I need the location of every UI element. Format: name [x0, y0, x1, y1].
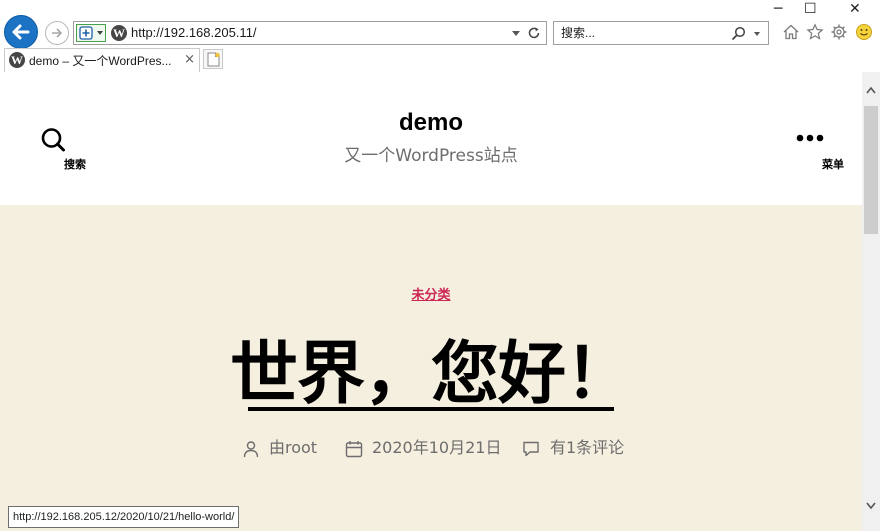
post-hero: 未分类 世界，您好！ 由root 2020年10月21日 有1条评论	[0, 205, 862, 531]
scroll-up-arrow-icon[interactable]	[866, 86, 876, 94]
site-header: 搜索 demo 又一个WordPress站点 菜单	[0, 72, 862, 205]
new-tab-button[interactable]	[203, 49, 223, 69]
forward-button[interactable]	[45, 21, 69, 45]
home-icon[interactable]	[782, 23, 800, 41]
tab-close-button[interactable]: ×	[184, 52, 195, 68]
url-text[interactable]: http://192.168.205.11/	[131, 25, 257, 41]
close-window-button[interactable]: ✕	[849, 2, 861, 16]
gear-icon[interactable]	[830, 23, 848, 41]
vertical-scrollbar[interactable]	[862, 72, 880, 531]
scrollbar-thumb[interactable]	[864, 106, 878, 234]
title-link-underline	[248, 407, 614, 411]
post-comments[interactable]: 有1条评论	[550, 438, 624, 458]
smiley-icon[interactable]	[855, 23, 873, 41]
calendar-icon	[345, 441, 363, 458]
back-button[interactable]	[4, 15, 38, 49]
page-viewport: 搜索 demo 又一个WordPress站点 菜单 未分类 世界，您好！ 由ro…	[0, 72, 862, 531]
new-tab-icon	[207, 52, 220, 67]
star-icon[interactable]	[806, 23, 824, 41]
chevron-down-icon	[97, 31, 103, 35]
minimize-button[interactable]: ─	[774, 2, 782, 16]
category-link[interactable]: 未分类	[0, 287, 862, 305]
site-title[interactable]: demo	[0, 109, 862, 137]
browser-search-box[interactable]: 搜索...	[553, 21, 769, 45]
wordpress-icon: W	[111, 25, 127, 41]
back-arrow-icon	[12, 24, 30, 40]
post-author[interactable]: 由root	[269, 438, 317, 458]
menu-toggle-label[interactable]: 菜单	[822, 156, 844, 172]
post-date[interactable]: 2020年10月21日	[372, 438, 501, 458]
search-input[interactable]: 搜索...	[561, 25, 595, 41]
browser-chrome: ─ ☐ ✕ W http://192.168.205.11/ 搜索... W d…	[0, 0, 880, 72]
security-shield-icon	[79, 26, 93, 40]
post-title[interactable]: 世界，您好！	[0, 335, 862, 415]
tab-demo[interactable]: W demo – 又一个WordPres... ×	[4, 48, 200, 72]
menu-dots-icon[interactable]	[796, 134, 824, 142]
comment-icon	[523, 441, 539, 457]
security-button[interactable]	[76, 24, 106, 42]
user-icon	[243, 441, 259, 458]
maximize-button[interactable]: ☐	[804, 2, 817, 16]
scroll-down-arrow-icon[interactable]	[866, 502, 876, 510]
wordpress-icon: W	[9, 52, 25, 68]
refresh-icon[interactable]	[527, 26, 541, 40]
site-description: 又一个WordPress站点	[344, 146, 518, 166]
status-bar-url: http://192.168.205.12/2020/10/21/hello-w…	[8, 506, 240, 528]
address-bar[interactable]: W http://192.168.205.11/	[73, 21, 547, 45]
address-dropdown-icon[interactable]	[512, 31, 520, 36]
chevron-down-icon[interactable]	[754, 32, 760, 36]
tab-title: demo – 又一个WordPres...	[29, 54, 172, 68]
search-icon[interactable]	[731, 26, 746, 41]
forward-arrow-icon	[52, 28, 63, 38]
tab-strip: W demo – 又一个WordPres... ×	[0, 48, 880, 72]
